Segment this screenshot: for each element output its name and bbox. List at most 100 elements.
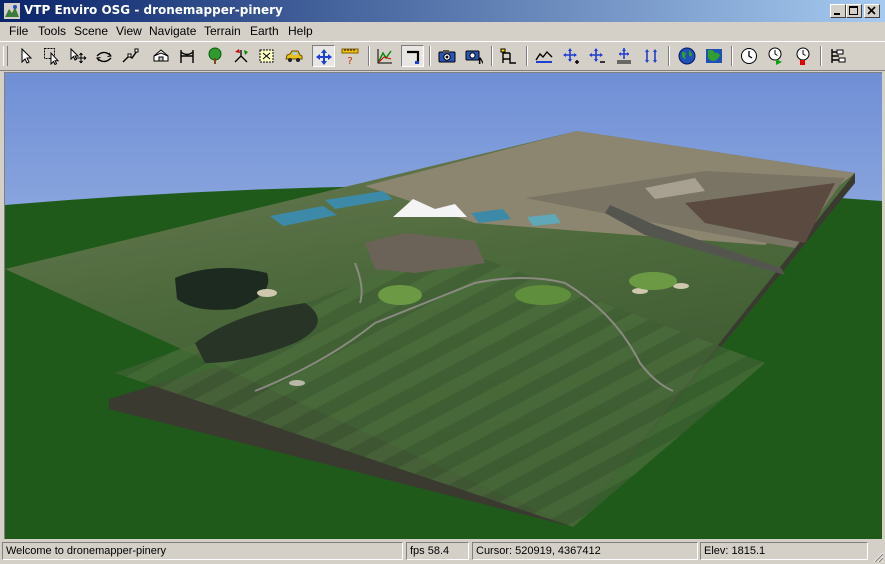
arrows-minus-icon <box>589 48 605 63</box>
fence-button[interactable] <box>176 45 199 67</box>
spread-arrows-icon <box>645 49 657 63</box>
navigate-move-button[interactable] <box>312 45 335 67</box>
ruler-question-icon: ? <box>341 48 359 65</box>
ocean-minus-button[interactable] <box>586 45 609 67</box>
arrow-pointer-icon <box>21 47 33 64</box>
measure-button[interactable]: ? <box>339 45 362 67</box>
spread-button[interactable] <box>640 45 663 67</box>
terrain-button[interactable] <box>533 45 556 67</box>
minimize-button[interactable] <box>830 4 846 18</box>
app-icon <box>4 3 20 19</box>
green <box>378 285 422 305</box>
status-fps: fps 58.4 <box>406 542 469 560</box>
green <box>629 272 677 290</box>
menu-tools[interactable]: Tools <box>38 24 66 38</box>
menu-help[interactable]: Help <box>288 24 313 38</box>
menu-earth[interactable]: Earth <box>250 24 279 38</box>
car-icon <box>285 50 303 62</box>
green <box>515 285 571 305</box>
toolbar-grip[interactable] <box>3 46 8 66</box>
vehicle-button[interactable] <box>283 45 306 67</box>
resize-grip-icon[interactable] <box>872 551 884 563</box>
menu-terrain[interactable]: Terrain <box>204 24 241 38</box>
maximize-icon <box>849 6 858 15</box>
options-icon <box>831 49 846 63</box>
status-message: Welcome to dronemapper-pinery <box>2 542 403 560</box>
options-button[interactable] <box>827 45 850 67</box>
menu-bar: File Tools Scene View Navigate Terrain E… <box>0 22 885 41</box>
rotate-arrows-icon <box>96 51 112 63</box>
instance-icon <box>234 49 248 63</box>
fence-icon <box>180 50 194 63</box>
profile-button[interactable] <box>374 45 397 67</box>
map-button[interactable] <box>703 45 726 67</box>
toolbar-separator <box>429 46 431 66</box>
house-icon <box>153 49 169 62</box>
numbered-snapshot-button[interactable]: N <box>463 45 486 67</box>
menu-file[interactable]: File <box>9 24 28 38</box>
close-icon <box>867 6 876 15</box>
minimize-icon <box>834 13 840 15</box>
main-toolbar: ? N <box>0 41 885 71</box>
instance-button[interactable] <box>230 45 253 67</box>
select-tool-button[interactable] <box>15 45 38 67</box>
globe-icon <box>678 47 696 65</box>
dotted-box-icon <box>259 49 274 63</box>
snapshot-button[interactable] <box>436 45 459 67</box>
profile-graph-icon <box>377 49 392 64</box>
arrows-plus-icon <box>563 48 579 64</box>
toolbar-separator <box>526 46 528 66</box>
3d-viewport[interactable] <box>4 72 882 539</box>
globe-button[interactable] <box>676 45 699 67</box>
select-move-icon <box>70 47 87 64</box>
status-cursor: Cursor: 520919, 4367412 <box>472 542 698 560</box>
camera-n-icon: N <box>465 50 483 65</box>
toolbar-separator <box>820 46 822 66</box>
vehicle-select-button[interactable] <box>256 45 279 67</box>
route-button[interactable] <box>119 45 142 67</box>
corner-icon <box>407 50 420 64</box>
clock-play-icon <box>768 47 782 65</box>
structure-button[interactable] <box>150 45 173 67</box>
four-arrows-icon <box>316 49 332 65</box>
svg-text:?: ? <box>347 56 352 65</box>
time-stop-button[interactable] <box>792 45 815 67</box>
toolbar-separator <box>368 46 370 66</box>
status-bar: Welcome to dronemapper-pinery fps 58.4 C… <box>0 540 885 564</box>
route-line-icon <box>122 48 139 63</box>
close-button[interactable] <box>864 4 880 18</box>
svg-text:N: N <box>478 57 483 65</box>
select-box-button[interactable] <box>41 45 64 67</box>
toolbar-separator <box>668 46 670 66</box>
camera-icon <box>438 50 456 63</box>
time-start-button[interactable] <box>765 45 788 67</box>
window-title: VTP Enviro OSG - dronemapper-pinery <box>24 3 283 17</box>
menu-view[interactable]: View <box>116 24 142 38</box>
scene-graph-button[interactable] <box>401 45 424 67</box>
menu-scene[interactable]: Scene <box>74 24 108 38</box>
select-box-icon <box>44 48 60 65</box>
toolbar-separator <box>731 46 733 66</box>
sand-trap <box>257 289 277 297</box>
app-window: VTP Enviro OSG - dronemapper-pinery File… <box>0 0 885 564</box>
terrain-graph-icon <box>535 50 553 63</box>
sand-trap <box>289 380 305 386</box>
terrain-scene[interactable] <box>5 73 882 539</box>
menu-navigate[interactable]: Navigate <box>149 24 196 38</box>
height-button[interactable] <box>613 45 636 67</box>
title-bar[interactable]: VTP Enviro OSG - dronemapper-pinery <box>0 0 885 22</box>
clock-icon <box>741 48 757 64</box>
toolbar-separator <box>491 46 493 66</box>
layers-icon <box>500 48 516 64</box>
select-move-button[interactable] <box>67 45 90 67</box>
select-rotate-button[interactable] <box>93 45 116 67</box>
layers-button[interactable] <box>498 45 521 67</box>
tree-icon <box>208 47 222 64</box>
ocean-plus-button[interactable] <box>560 45 583 67</box>
plant-button[interactable] <box>204 45 227 67</box>
height-arrows-icon <box>617 48 631 64</box>
maximize-button[interactable] <box>846 4 862 18</box>
time-button[interactable] <box>738 45 761 67</box>
clock-stop-icon <box>796 47 810 65</box>
status-elevation: Elev: 1815.1 <box>700 542 868 560</box>
